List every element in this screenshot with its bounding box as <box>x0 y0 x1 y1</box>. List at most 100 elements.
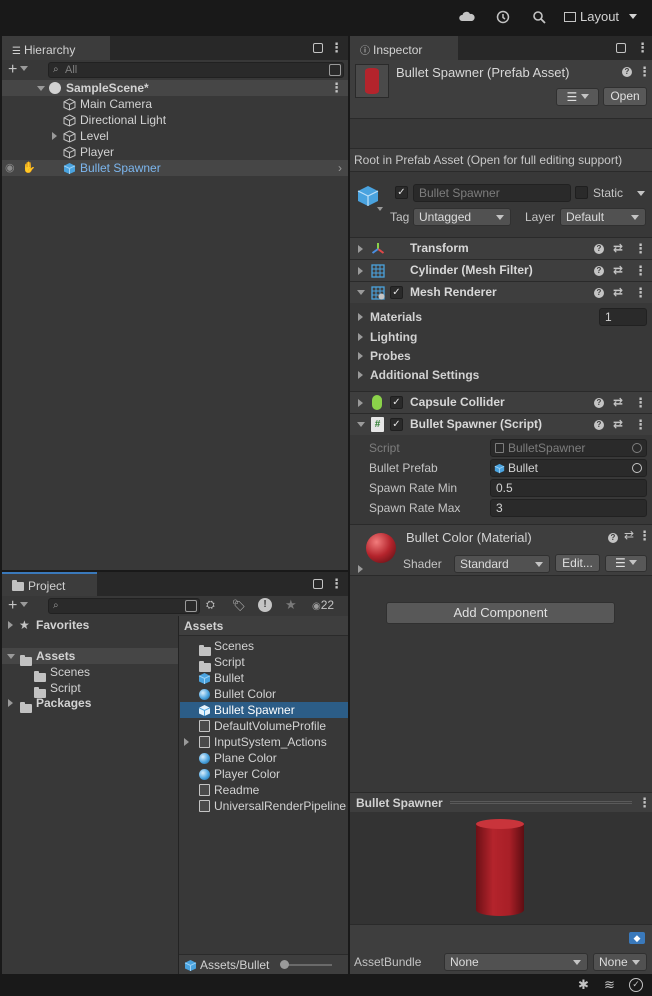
component-mesh-filter-header[interactable]: Cylinder (Mesh Filter) ? ⇄ ⋮ <box>350 259 652 281</box>
icon-size-slider-track[interactable] <box>282 964 332 966</box>
presets-icon[interactable]: ⇄ <box>613 282 623 303</box>
expand-arrow-icon[interactable] <box>358 371 363 379</box>
asset-item-plane-color[interactable]: Plane Color <box>180 750 348 766</box>
asset-item-scenes[interactable]: Scenes <box>180 638 348 656</box>
expand-arrow-icon[interactable] <box>52 132 57 140</box>
component-bullet-spawner-header[interactable]: # ✓ Bullet Spawner (Script) ? ⇄ ⋮ <box>350 413 652 435</box>
collapse-arrow-icon[interactable] <box>357 290 365 295</box>
lock-icon[interactable] <box>313 579 323 589</box>
mesh-renderer-enabled-checkbox[interactable]: ✓ <box>390 286 403 299</box>
asset-item-player-color[interactable]: Player Color <box>180 766 348 782</box>
favorite-star-icon[interactable]: ★ <box>285 597 297 613</box>
history-icon[interactable] <box>494 8 512 26</box>
collapse-arrow-icon[interactable] <box>357 422 365 427</box>
expand-arrow-icon[interactable] <box>8 621 13 629</box>
help-icon[interactable]: ? <box>608 533 618 543</box>
shader-dropdown[interactable]: Standard <box>454 555 550 573</box>
tab-hierarchy[interactable]: ☰ Hierarchy <box>2 36 110 60</box>
help-icon[interactable]: ? <box>594 420 604 430</box>
layout-dropdown[interactable]: Layout <box>564 8 637 26</box>
hierarchy-item-directional-light[interactable]: Directional Light <box>2 112 348 128</box>
create-asset-button[interactable]: + <box>8 598 29 614</box>
component-mesh-renderer-header[interactable]: ✓ Mesh Renderer ? ⇄ ⋮ <box>350 281 652 303</box>
preview-menu-icon[interactable]: ⋮ <box>638 795 651 811</box>
asset-item-bullet-color[interactable]: Bullet Color <box>180 686 348 702</box>
search-icon[interactable] <box>530 8 548 26</box>
tree-favorites[interactable]: ★ Favorites <box>2 617 178 633</box>
hierarchy-item-player[interactable]: Player <box>2 144 348 160</box>
tab-inspector[interactable]: ⓘ Inspector <box>350 36 458 60</box>
expand-arrow-icon[interactable] <box>358 245 363 253</box>
expand-arrow-icon[interactable] <box>358 399 363 407</box>
asset-item-default-volume-profile[interactable]: DefaultVolumeProfile <box>180 718 348 734</box>
spawn-rate-min-field[interactable]: 0.5 <box>490 479 647 497</box>
presets-icon[interactable]: ⇄ <box>613 414 623 435</box>
expand-arrow-icon[interactable] <box>184 738 189 746</box>
materials-count-field[interactable]: 1 <box>599 308 647 326</box>
asset-item-universal-render-pipeline[interactable]: UniversalRenderPipeline <box>180 798 348 814</box>
tree-assets-scenes[interactable]: Scenes <box>2 664 178 682</box>
more-menu-icon[interactable]: ⋮ <box>636 40 649 56</box>
expand-arrow-icon[interactable] <box>358 333 363 341</box>
lock-icon[interactable] <box>313 43 323 53</box>
progress-check-icon[interactable]: ✓ <box>629 978 643 992</box>
material-options-dropdown[interactable]: ☰ <box>605 555 647 572</box>
asset-item-bullet[interactable]: Bullet <box>180 670 348 686</box>
expand-arrow-icon[interactable] <box>358 352 363 360</box>
layer-dropdown[interactable]: Default <box>560 208 646 226</box>
tree-assets[interactable]: Assets <box>2 648 178 666</box>
hierarchy-item-bullet-spawner[interactable]: ◉ ✋ Bullet Spawner › <box>2 160 348 176</box>
more-menu-icon[interactable]: ⋮ <box>330 40 343 56</box>
help-icon[interactable]: ? <box>594 244 604 254</box>
debug-bug-icon[interactable]: ✱ <box>578 977 589 993</box>
presets-icon[interactable]: ⇄ <box>613 238 623 259</box>
help-icon[interactable]: ? <box>622 67 632 77</box>
cloud-icon[interactable] <box>458 8 476 26</box>
scene-menu-icon[interactable]: ⋮ <box>330 80 343 96</box>
object-name-field[interactable]: Bullet Spawner <box>413 184 571 202</box>
component-menu-icon[interactable]: ⋮ <box>634 392 647 413</box>
tree-packages[interactable]: Packages <box>2 695 178 713</box>
static-checkbox[interactable] <box>575 186 588 199</box>
filter-by-type-icon[interactable]: ⛭ <box>206 599 222 613</box>
add-object-button[interactable]: + <box>8 62 29 78</box>
expand-arrow-icon[interactable] <box>358 313 363 321</box>
expand-arrow-icon[interactable] <box>358 565 363 573</box>
lighting-foldout[interactable]: Lighting <box>350 328 652 346</box>
breadcrumb-label[interactable]: Assets <box>184 619 223 633</box>
object-picker-icon[interactable] <box>632 463 642 473</box>
hierarchy-item-main-camera[interactable]: Main Camera <box>2 96 348 112</box>
collider-enabled-checkbox[interactable]: ✓ <box>390 396 403 409</box>
assetbundle-variant-dropdown[interactable]: None <box>593 953 647 971</box>
spawn-rate-max-field[interactable]: 3 <box>490 499 647 517</box>
presets-icon[interactable]: ⇄ <box>624 528 634 542</box>
label-tag-icon[interactable]: ◆ <box>629 932 645 944</box>
active-checkbox[interactable]: ✓ <box>395 186 408 199</box>
edit-shader-button[interactable]: Edit... <box>555 554 600 572</box>
asset-item-script[interactable]: Script <box>180 654 348 672</box>
expand-arrow-icon[interactable] <box>37 86 45 91</box>
script-enabled-checkbox[interactable]: ✓ <box>390 418 403 431</box>
expand-arrow-icon[interactable] <box>7 654 15 659</box>
component-menu-icon[interactable]: ⋮ <box>634 260 647 281</box>
scene-row[interactable]: SampleScene* ⋮ <box>2 80 348 96</box>
visibility-eye-icon[interactable]: ◉ <box>5 160 15 176</box>
icon-size-slider-thumb[interactable] <box>280 960 289 969</box>
scene-search-icon[interactable] <box>329 64 341 76</box>
search-scope-icon[interactable] <box>185 600 197 612</box>
script-object-field[interactable]: BulletSpawner <box>490 439 647 457</box>
object-picker-icon[interactable] <box>632 443 642 453</box>
material-menu-icon[interactable]: ⋮ <box>638 528 651 544</box>
component-transform-header[interactable]: Transform ? ⇄ ⋮ <box>350 237 652 259</box>
more-menu-icon[interactable]: ⋮ <box>330 576 343 592</box>
pickable-hand-icon[interactable]: ✋ <box>22 160 36 176</box>
help-icon[interactable]: ? <box>594 398 604 408</box>
hierarchy-search-input[interactable]: ⌕ All <box>48 62 344 78</box>
asset-item-inputsystem-actions[interactable]: InputSystem_Actions <box>180 734 348 750</box>
help-icon[interactable]: ? <box>594 288 604 298</box>
asset-item-bullet-spawner[interactable]: Bullet Spawner <box>180 702 348 718</box>
lock-icon[interactable] <box>616 43 626 53</box>
assetbundle-dropdown[interactable]: None <box>444 953 588 971</box>
component-capsule-collider-header[interactable]: ✓ Capsule Collider ? ⇄ ⋮ <box>350 391 652 413</box>
chevron-right-icon[interactable]: › <box>338 160 342 176</box>
